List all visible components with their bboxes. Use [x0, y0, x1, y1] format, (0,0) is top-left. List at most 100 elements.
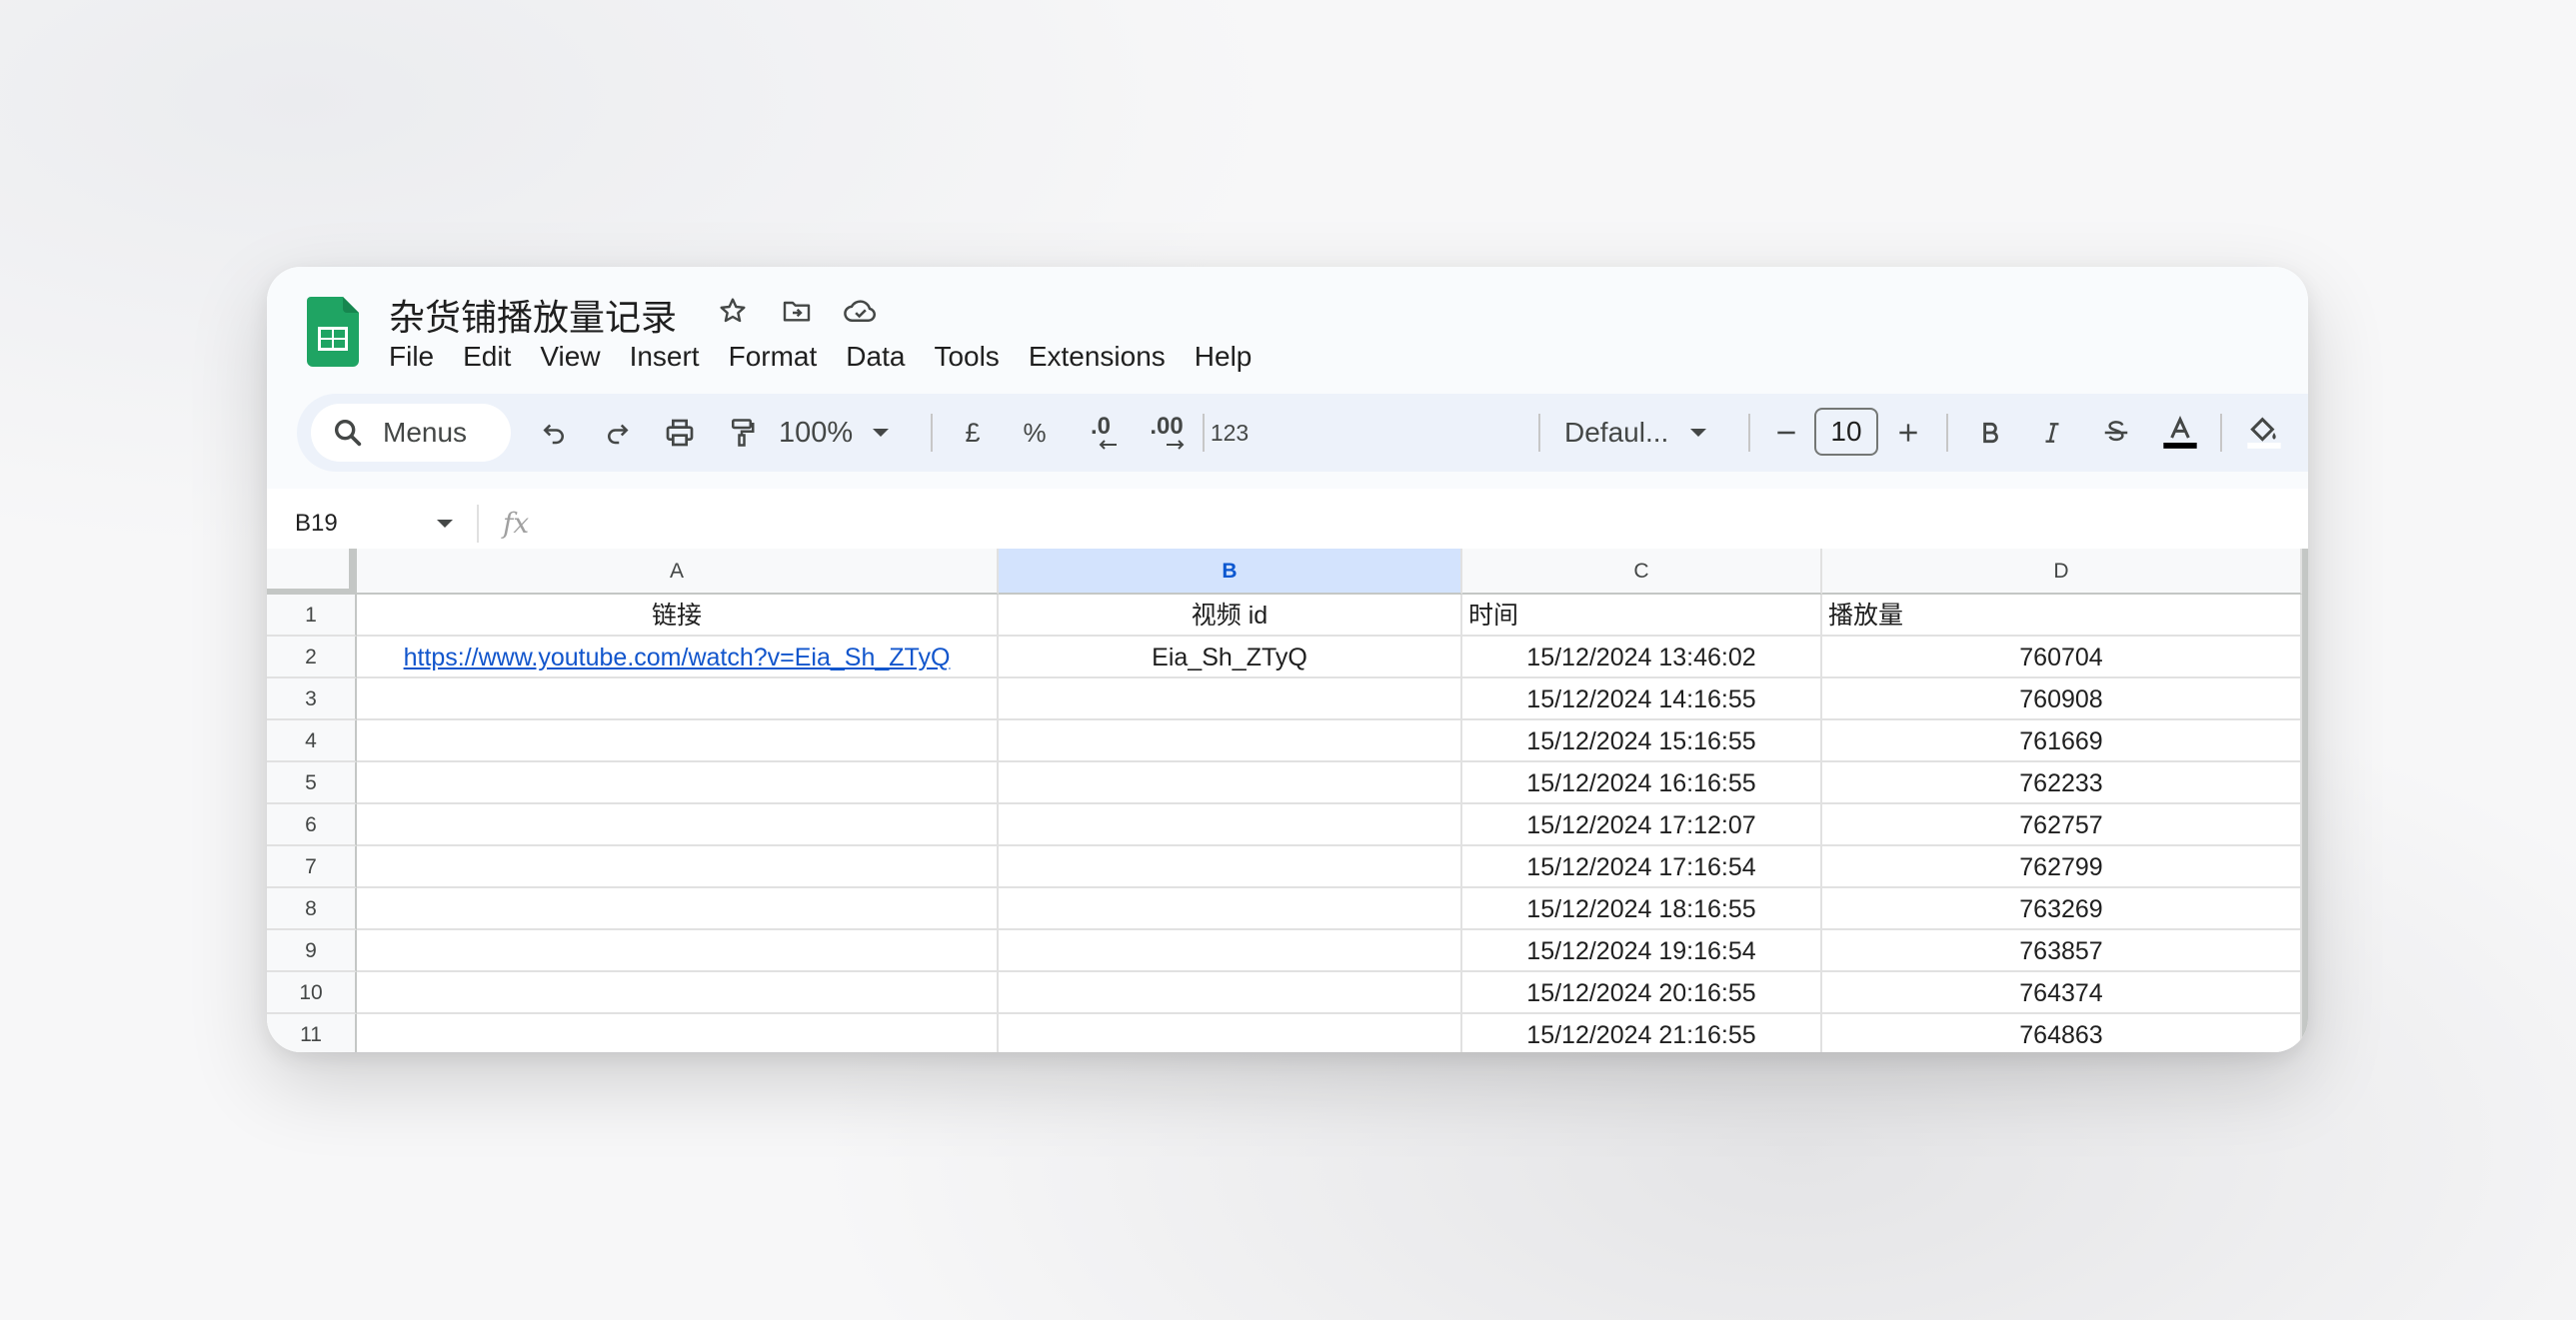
cell-b3[interactable] — [999, 678, 1462, 720]
cell-d2[interactable]: 760704 — [1822, 637, 2302, 678]
row-header[interactable]: 8 — [267, 888, 357, 930]
font-family-select[interactable]: Defaul... — [1564, 394, 1724, 472]
cell-b11[interactable] — [999, 1014, 1462, 1052]
cell-a11[interactable] — [357, 1014, 999, 1052]
undo-button[interactable] — [529, 394, 579, 472]
paint-format-icon — [732, 419, 755, 447]
cell-c7[interactable]: 15/12/2024 17:16:54 — [1462, 846, 1822, 888]
cell-a6[interactable] — [357, 804, 999, 846]
cell-d8[interactable]: 763269 — [1822, 888, 2302, 930]
row-header[interactable]: 7 — [267, 846, 357, 888]
decrease-decimal-button[interactable]: .0 — [1077, 394, 1125, 472]
cell-c1[interactable]: 时间 — [1462, 595, 1822, 637]
sheet-right-edge — [2302, 549, 2308, 1052]
google-sheets-logo[interactable] — [307, 297, 359, 367]
cell-a3[interactable] — [357, 678, 999, 720]
cell-c11[interactable]: 15/12/2024 21:16:55 — [1462, 1014, 1822, 1052]
paint-format-button[interactable] — [717, 394, 767, 472]
row-header[interactable]: 10 — [267, 972, 357, 1014]
row-header[interactable]: 5 — [267, 762, 357, 804]
move-folder-icon[interactable] — [779, 293, 815, 329]
decrease-font-size-button[interactable] — [1766, 394, 1806, 472]
cell-b4[interactable] — [999, 720, 1462, 762]
number-format-button[interactable]: 123 — [1205, 394, 1255, 472]
row-header[interactable]: 9 — [267, 930, 357, 972]
row-header[interactable]: 1 — [267, 595, 357, 637]
cell-b9[interactable] — [999, 930, 1462, 972]
italic-button[interactable] — [2030, 394, 2074, 472]
zoom-select[interactable]: 100% — [779, 394, 897, 472]
cell-a7[interactable] — [357, 846, 999, 888]
menu-format[interactable]: Format — [729, 337, 833, 377]
cell-b5[interactable] — [999, 762, 1462, 804]
cell-d6[interactable]: 762757 — [1822, 804, 2302, 846]
text-color-button[interactable] — [2158, 394, 2202, 472]
menu-tools[interactable]: Tools — [934, 337, 1014, 377]
print-button[interactable] — [655, 394, 705, 472]
cell-d3[interactable]: 760908 — [1822, 678, 2302, 720]
menu-help[interactable]: Help — [1195, 337, 1268, 377]
increase-decimal-label: .00 — [1150, 413, 1184, 440]
cell-a5[interactable] — [357, 762, 999, 804]
cell-c5[interactable]: 15/12/2024 16:16:55 — [1462, 762, 1822, 804]
font-size-input[interactable]: 10 — [1814, 408, 1878, 456]
cell-c4[interactable]: 15/12/2024 15:16:55 — [1462, 720, 1822, 762]
row-header[interactable]: 2 — [267, 637, 357, 678]
cell-a1[interactable]: 链接 — [357, 595, 999, 637]
cell-a2[interactable]: https://www.youtube.com/watch?v=Eia_Sh_Z… — [357, 637, 999, 678]
fill-color-button[interactable] — [2242, 394, 2286, 472]
column-header-a[interactable]: A — [357, 549, 999, 595]
cell-c9[interactable]: 15/12/2024 19:16:54 — [1462, 930, 1822, 972]
menu-extensions[interactable]: Extensions — [1029, 337, 1181, 377]
cloud-saved-icon[interactable] — [843, 293, 879, 329]
cell-c10[interactable]: 15/12/2024 20:16:55 — [1462, 972, 1822, 1014]
cell-d9[interactable]: 763857 — [1822, 930, 2302, 972]
row-header[interactable]: 3 — [267, 678, 357, 720]
borders-button[interactable] — [2304, 394, 2308, 472]
column-header-c[interactable]: C — [1462, 549, 1822, 595]
cell-c8[interactable]: 15/12/2024 18:16:55 — [1462, 888, 1822, 930]
cell-b1[interactable]: 视频 id — [999, 595, 1462, 637]
increase-font-size-button[interactable] — [1888, 394, 1928, 472]
cell-b2[interactable]: Eia_Sh_ZTyQ — [999, 637, 1462, 678]
cell-a9[interactable] — [357, 930, 999, 972]
column-header-b[interactable]: B — [999, 549, 1462, 595]
cell-b7[interactable] — [999, 846, 1462, 888]
menu-file[interactable]: File — [389, 337, 449, 377]
cell-a10[interactable] — [357, 972, 999, 1014]
increase-decimal-button[interactable]: .00 — [1139, 394, 1195, 472]
star-icon[interactable] — [715, 293, 751, 329]
cell-a4[interactable] — [357, 720, 999, 762]
document-title[interactable]: 杂货铺播放量记录 — [389, 289, 677, 341]
cell-d4[interactable]: 761669 — [1822, 720, 2302, 762]
menu-data[interactable]: Data — [846, 337, 920, 377]
cell-c6[interactable]: 15/12/2024 17:12:07 — [1462, 804, 1822, 846]
cell-c2[interactable]: 15/12/2024 13:46:02 — [1462, 637, 1822, 678]
title-actions — [715, 293, 879, 329]
menus-search[interactable]: Menus — [311, 404, 511, 462]
chevron-down-icon — [873, 429, 890, 437]
cell-d11[interactable]: 764863 — [1822, 1014, 2302, 1052]
cell-b6[interactable] — [999, 804, 1462, 846]
currency-format-button[interactable]: £ — [951, 394, 995, 472]
row-header[interactable]: 11 — [267, 1014, 357, 1052]
cell-d10[interactable]: 764374 — [1822, 972, 2302, 1014]
cell-b10[interactable] — [999, 972, 1462, 1014]
cell-d7[interactable]: 762799 — [1822, 846, 2302, 888]
menu-edit[interactable]: Edit — [463, 337, 526, 377]
menu-view[interactable]: View — [540, 337, 615, 377]
cell-c3[interactable]: 15/12/2024 14:16:55 — [1462, 678, 1822, 720]
percent-format-button[interactable]: % — [1013, 394, 1057, 472]
select-all-corner[interactable] — [267, 549, 357, 595]
row-header[interactable]: 6 — [267, 804, 357, 846]
cell-a8[interactable] — [357, 888, 999, 930]
redo-button[interactable] — [593, 394, 643, 472]
row-header[interactable]: 4 — [267, 720, 357, 762]
bold-button[interactable] — [1968, 394, 2012, 472]
strikethrough-button[interactable] — [2094, 394, 2138, 472]
column-header-d[interactable]: D — [1822, 549, 2302, 595]
cell-d1[interactable]: 播放量 — [1822, 595, 2302, 637]
cell-b8[interactable] — [999, 888, 1462, 930]
cell-d5[interactable]: 762233 — [1822, 762, 2302, 804]
menu-insert[interactable]: Insert — [630, 337, 715, 377]
